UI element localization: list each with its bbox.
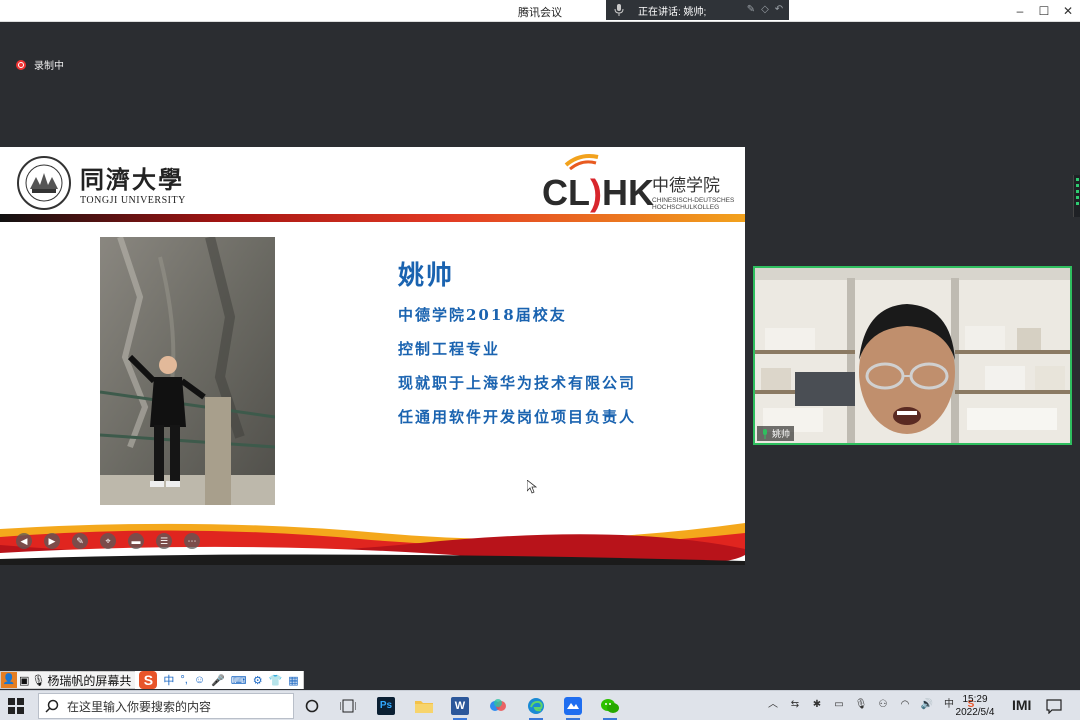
wifi-icon[interactable]: ◠ bbox=[897, 697, 913, 713]
subtitle-icon[interactable]: ☰ bbox=[156, 533, 172, 549]
pen-icon[interactable]: ✎ bbox=[745, 4, 757, 16]
file-explorer-icon[interactable] bbox=[414, 696, 434, 716]
panel-toggle-handle[interactable] bbox=[1073, 175, 1080, 217]
recording-indicator[interactable]: 录制中 bbox=[16, 57, 64, 72]
slide-person-name: 姚帅 bbox=[398, 261, 455, 291]
person-photo bbox=[100, 237, 275, 505]
cdhk-name-de2: HOCHSCHULKOLLEG bbox=[652, 204, 719, 211]
slide-line-2: 控制工程专业 bbox=[398, 340, 501, 358]
baidu-netdisk-icon[interactable] bbox=[488, 696, 508, 716]
system-tray: ︿ ⇆ ✱ ▭ 🎙 ⚇ ◠ 🔊 中 S bbox=[765, 697, 979, 713]
mic-tray-icon[interactable]: 🎙 bbox=[853, 697, 869, 713]
record-dot-icon bbox=[16, 59, 26, 70]
svg-text:): ) bbox=[590, 172, 602, 213]
slide-line-3: 现就职于上海华为技术有限公司 bbox=[398, 374, 637, 392]
clock-time: 15:29 bbox=[962, 694, 988, 705]
photoshop-icon[interactable]: Ps bbox=[376, 696, 396, 716]
mouse-cursor-icon bbox=[527, 480, 537, 494]
slide-text-block: 姚帅 中德学院2018届校友 控制工程专业 现就职于上海华为技术有限公司 任通用… bbox=[398, 255, 636, 440]
prev-slide-icon[interactable]: ◀ bbox=[16, 533, 32, 549]
clock-date: 2022/5/4 bbox=[955, 707, 995, 718]
keyboard-icon[interactable]: ⌨ bbox=[231, 674, 247, 687]
battery-icon[interactable]: ▭ bbox=[831, 697, 847, 713]
next-slide-icon[interactable]: ▶ bbox=[44, 533, 60, 549]
bluetooth-icon[interactable]: ✱ bbox=[809, 697, 825, 713]
screen-share-bar: 👤 ▣ 🎙 杨瑞帆的屏幕共 S 中 °, ☺ 🎤 ⌨ ⚙ 👕 ▦ bbox=[0, 671, 304, 689]
skin-icon[interactable]: 👕 bbox=[269, 674, 283, 687]
ime-toolbar: S 中 °, ☺ 🎤 ⌨ ⚙ 👕 ▦ bbox=[135, 671, 303, 689]
slide-line-1: 中德学院2018届校友 bbox=[398, 306, 567, 324]
speaking-label: 正在讲话: 姚帅; bbox=[638, 6, 707, 18]
task-view-icon[interactable] bbox=[338, 696, 358, 716]
recording-label: 录制中 bbox=[34, 61, 64, 72]
undo-icon[interactable]: ↶ bbox=[773, 4, 785, 16]
usb-icon[interactable]: ⚇ bbox=[875, 697, 891, 713]
windows-start-icon[interactable] bbox=[8, 698, 24, 714]
zoom-icon[interactable]: ⌖ bbox=[100, 533, 116, 549]
emoji-icon[interactable]: ☺ bbox=[194, 674, 205, 686]
voice-input-icon[interactable]: 🎤 bbox=[211, 674, 225, 687]
minimize-button[interactable]: – bbox=[1008, 0, 1032, 22]
m-app-icon[interactable]: IMI bbox=[1012, 697, 1031, 713]
notification-icon[interactable] bbox=[1046, 698, 1062, 714]
mic-small-icon: 🎙 bbox=[31, 674, 46, 687]
system-clock[interactable]: 15:29 2022/5/4 bbox=[948, 693, 1002, 719]
svg-text:L: L bbox=[568, 172, 590, 213]
participant-name: 姚帅 bbox=[772, 429, 791, 439]
tencent-meeting-icon[interactable] bbox=[563, 696, 583, 720]
avatar-icon: 👤 bbox=[1, 672, 17, 688]
tongji-seal-icon bbox=[17, 156, 71, 210]
slide-header-band bbox=[0, 214, 745, 222]
participant-video bbox=[755, 268, 1070, 443]
eraser-icon[interactable]: ◇ bbox=[759, 4, 771, 16]
punctuation-icon[interactable]: °, bbox=[180, 674, 187, 686]
grid-menu-icon[interactable]: ▦ bbox=[288, 674, 298, 687]
toolbox-icon[interactable]: ⚙ bbox=[253, 674, 263, 687]
slide-controls: ◀ ▶ ✎ ⌖ ▬ ☰ ⋯ bbox=[16, 533, 200, 549]
taskbar: 在这里输入你要搜索的内容 Ps W ︿ ⇆ ✱ ▭ 🎙 ⚇ ◠ 🔊 中 S 15… bbox=[0, 690, 1080, 720]
window-title: 腾讯会议 bbox=[518, 7, 562, 19]
presenter-label[interactable]: 👤 ▣ 🎙 杨瑞帆的屏幕共 bbox=[1, 671, 135, 689]
presenter-name: 杨瑞帆的屏幕共 bbox=[47, 673, 132, 688]
cdhk-name-de1: CHINESISCH-DEUTSCHES bbox=[652, 197, 735, 204]
camera-icon[interactable]: ▬ bbox=[128, 533, 144, 549]
search-icon bbox=[45, 699, 59, 713]
tongji-name-en: TONGJI UNIVERSITY bbox=[80, 195, 186, 206]
tongji-logo: 同濟大學 TONGJI UNIVERSITY bbox=[16, 155, 186, 211]
ime-mode[interactable]: 中 bbox=[163, 672, 174, 688]
title-bar: 腾讯会议 正在讲话: 姚帅; ✎ ◇ ↶ – ☐ ✕ bbox=[0, 0, 1080, 22]
close-button[interactable]: ✕ bbox=[1056, 0, 1080, 22]
network-transfer-icon[interactable]: ⇆ bbox=[787, 697, 803, 713]
microphone-active-icon bbox=[763, 428, 767, 439]
word-icon[interactable]: W bbox=[450, 696, 470, 720]
tongji-name-cn: 同濟大學 bbox=[80, 165, 184, 194]
pen-tool-icon[interactable]: ✎ bbox=[72, 533, 88, 549]
wechat-icon[interactable] bbox=[600, 696, 620, 720]
microphone-icon bbox=[614, 4, 624, 16]
monitor-icon: ▣ bbox=[19, 674, 30, 687]
volume-icon[interactable]: 🔊 bbox=[919, 697, 935, 713]
more-icon[interactable]: ⋯ bbox=[184, 533, 200, 549]
taskbar-search-box[interactable]: 在这里输入你要搜索的内容 bbox=[38, 693, 294, 719]
presentation-slide: 同濟大學 TONGJI UNIVERSITY C L ) HK 中德学院 CHI… bbox=[0, 147, 745, 565]
cdhk-logo: C L ) HK 中德学院 CHINESISCH-DEUTSCHES HOCHS… bbox=[542, 154, 735, 213]
svg-text:HK: HK bbox=[602, 172, 654, 213]
participant-name-tag: 姚帅 bbox=[757, 426, 795, 441]
cdhk-name-cn: 中德学院 bbox=[652, 176, 720, 196]
speaking-indicator: 正在讲话: 姚帅; ✎ ◇ ↶ bbox=[606, 0, 789, 20]
participant-video-tile[interactable]: 姚帅 bbox=[753, 266, 1072, 445]
sogou-logo-icon[interactable]: S bbox=[139, 671, 158, 689]
edge-icon[interactable] bbox=[526, 696, 546, 720]
svg-text:C: C bbox=[542, 172, 568, 213]
chevron-up-icon[interactable]: ︿ bbox=[765, 697, 781, 713]
search-placeholder: 在这里输入你要搜索的内容 bbox=[67, 699, 212, 714]
slide-line-4: 任通用软件开发岗位项目负责人 bbox=[398, 408, 637, 426]
maximize-button[interactable]: ☐ bbox=[1032, 0, 1056, 22]
cortana-icon[interactable] bbox=[302, 696, 322, 716]
